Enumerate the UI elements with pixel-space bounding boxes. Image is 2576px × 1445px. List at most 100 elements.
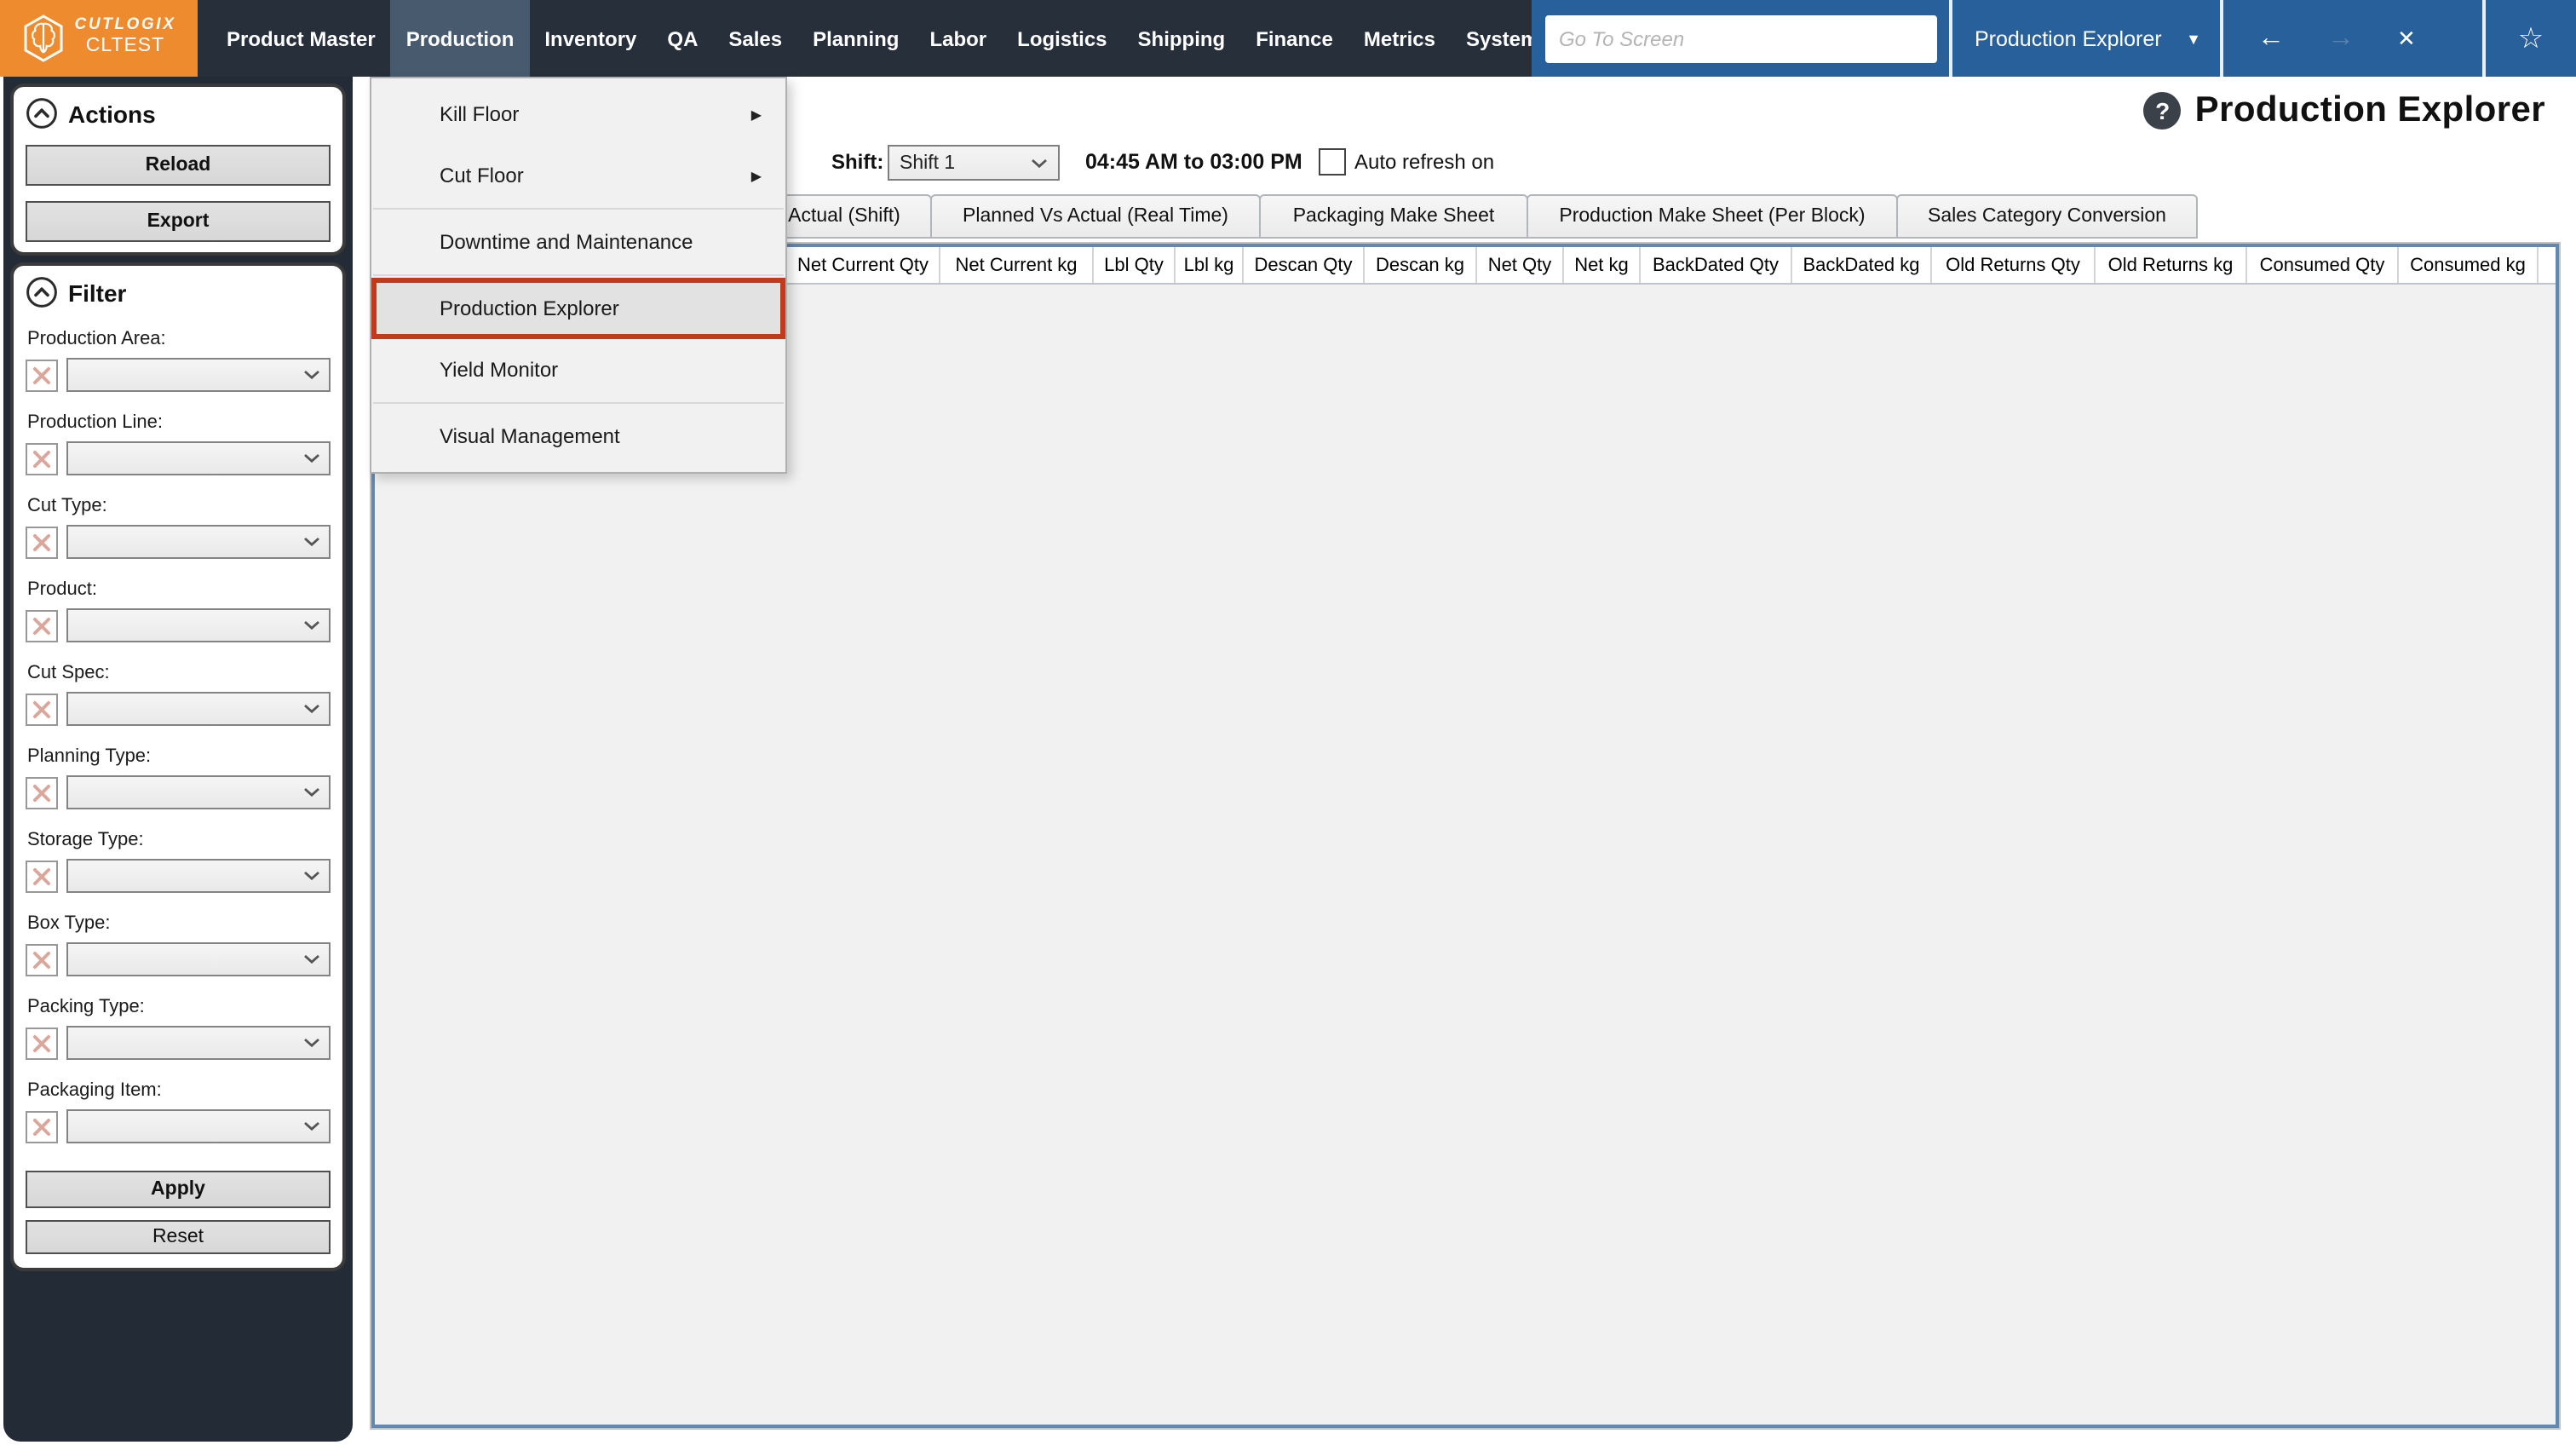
filter-row-box-type	[26, 942, 331, 976]
storage-type-select[interactable]	[66, 859, 331, 893]
filter-title: Filter	[68, 279, 127, 306]
chevron-down-icon	[303, 370, 320, 380]
column-header-consumed-qty[interactable]: Consumed Qty	[2247, 247, 2399, 283]
nav-item-finance[interactable]: Finance	[1240, 0, 1348, 77]
filter-panel-header[interactable]: Filter	[26, 276, 331, 308]
column-header-descan-kg[interactable]: Descan kg	[1365, 247, 1477, 283]
back-arrow-icon[interactable]: ←	[2257, 24, 2285, 52]
packing-type-select[interactable]	[66, 1026, 331, 1060]
column-header-net-qty[interactable]: Net Qty	[1477, 247, 1564, 283]
clear-storage-type-button[interactable]	[26, 860, 58, 892]
nav-item-logistics[interactable]: Logistics	[1002, 0, 1122, 77]
collapse-chevron-icon	[26, 276, 58, 308]
apply-button[interactable]: Apply	[26, 1171, 331, 1208]
planning-type-select[interactable]	[66, 775, 331, 809]
column-header-old-returns-kg[interactable]: Old Returns kg	[2096, 247, 2247, 283]
clear-x-icon	[32, 366, 51, 384]
clear-x-icon	[32, 699, 51, 718]
brand-name: CUTLOGIX	[74, 15, 176, 35]
reload-button[interactable]: Reload	[26, 145, 331, 186]
clear-cut-type-button[interactable]	[26, 526, 58, 558]
help-icon[interactable]: ?	[2143, 92, 2182, 130]
page-title: ? Production Explorer	[2143, 90, 2545, 131]
packaging-item-select[interactable]	[66, 1109, 331, 1143]
nav-item-sales[interactable]: Sales	[713, 0, 797, 77]
box-type-select[interactable]	[66, 942, 331, 976]
filter-row-cut-spec	[26, 692, 331, 726]
production-line-select[interactable]	[66, 441, 331, 475]
column-header-backdated-kg[interactable]: BackDated kg	[1792, 247, 1932, 283]
chevron-down-icon	[303, 1121, 320, 1131]
menu-item-label: Yield Monitor	[440, 358, 559, 382]
column-header-consumed-kg[interactable]: Consumed kg	[2399, 247, 2539, 283]
column-header-net-current-qty[interactable]: Net Current Qty	[787, 247, 940, 283]
filter-label-product: Product:	[27, 579, 97, 600]
menu-item-kill-floor[interactable]: Kill Floor ▶	[371, 83, 785, 145]
actions-panel-header[interactable]: Actions	[26, 97, 331, 130]
clear-packing-type-button[interactable]	[26, 1027, 58, 1059]
column-header-backdated-qty[interactable]: BackDated Qty	[1641, 247, 1792, 283]
app-window: CUTLOGIX CLTEST Product Master Production…	[0, 0, 2576, 1445]
column-header-descan-qty[interactable]: Descan Qty	[1244, 247, 1365, 283]
nav-item-metrics[interactable]: Metrics	[1348, 0, 1451, 77]
clear-production-line-button[interactable]	[26, 442, 58, 475]
chevron-down-icon	[1031, 158, 1048, 168]
shift-time-range: 04:45 AM to 03:00 PM	[1085, 150, 1302, 174]
menu-item-downtime-and-maintenance[interactable]: Downtime and Maintenance	[371, 211, 785, 273]
column-header-old-returns-qty[interactable]: Old Returns Qty	[1932, 247, 2096, 283]
nav-item-inventory[interactable]: Inventory	[529, 0, 652, 77]
cut-spec-select[interactable]	[66, 692, 331, 726]
tab-packaging-make-sheet[interactable]: Packaging Make Sheet	[1259, 194, 1528, 239]
column-header-lbl-kg[interactable]: Lbl kg	[1176, 247, 1244, 283]
filter-label-packaging-item: Packaging Item:	[27, 1080, 162, 1101]
column-header-net-kg[interactable]: Net kg	[1564, 247, 1641, 283]
filter-row-planning-type	[26, 775, 331, 809]
menu-separator	[373, 208, 784, 210]
tab-sales-category-conversion[interactable]: Sales Category Conversion	[1896, 194, 2198, 239]
menu-item-yield-monitor[interactable]: Yield Monitor	[371, 339, 785, 400]
filter-label-cut-type: Cut Type:	[27, 496, 107, 516]
clear-cut-spec-button[interactable]	[26, 693, 58, 725]
close-icon[interactable]: ✕	[2397, 25, 2416, 52]
menu-item-production-explorer[interactable]: Production Explorer	[371, 278, 785, 339]
auto-refresh-checkbox[interactable]	[1319, 148, 1346, 176]
tab-production-make-sheet-per-block[interactable]: Production Make Sheet (Per Block)	[1527, 194, 1898, 239]
nav-item-planning[interactable]: Planning	[797, 0, 914, 77]
cut-type-select[interactable]	[66, 525, 331, 559]
page-title-text: Production Explorer	[2194, 90, 2545, 130]
menu-item-visual-management[interactable]: Visual Management	[371, 406, 785, 467]
clear-packaging-item-button[interactable]	[26, 1110, 58, 1143]
clear-x-icon	[32, 866, 51, 885]
clear-x-icon	[32, 449, 51, 468]
menu-item-label: Cut Floor	[440, 164, 524, 187]
nav-item-qa[interactable]: QA	[652, 0, 713, 77]
shift-select[interactable]: Shift 1	[888, 145, 1060, 181]
filter-label-planning-type: Planning Type:	[27, 746, 152, 767]
filter-row-cut-type	[26, 525, 331, 559]
column-header-lbl-qty[interactable]: Lbl Qty	[1094, 247, 1176, 283]
forward-arrow-icon[interactable]: →	[2327, 24, 2355, 52]
top-navigation-bar: CUTLOGIX CLTEST Product Master Production…	[0, 0, 2576, 77]
chevron-down-icon	[303, 871, 320, 881]
go-to-screen-input[interactable]	[1545, 14, 1937, 62]
clear-product-button[interactable]	[26, 609, 58, 642]
production-area-select[interactable]	[66, 358, 331, 392]
clear-production-area-button[interactable]	[26, 359, 58, 391]
actions-title: Actions	[68, 100, 156, 127]
column-header-net-current-kg[interactable]: Net Current kg	[940, 247, 1094, 283]
favorite-star-icon[interactable]: ☆	[2486, 0, 2576, 77]
export-button[interactable]: Export	[26, 201, 331, 242]
menu-item-cut-floor[interactable]: Cut Floor ▶	[371, 145, 785, 206]
nav-item-shipping[interactable]: Shipping	[1123, 0, 1241, 77]
logo-text: CUTLOGIX CLTEST	[74, 15, 176, 59]
nav-item-labor[interactable]: Labor	[914, 0, 1002, 77]
tab-planned-vs-actual-real-time[interactable]: Planned Vs Actual (Real Time)	[930, 194, 1261, 239]
nav-item-product-master[interactable]: Product Master	[211, 0, 391, 77]
clear-planning-type-button[interactable]	[26, 776, 58, 809]
clear-box-type-button[interactable]	[26, 943, 58, 976]
column-header-p[interactable]: P	[2539, 247, 2556, 283]
reset-button[interactable]: Reset	[26, 1220, 331, 1254]
nav-item-production[interactable]: Production	[390, 0, 530, 77]
product-select[interactable]	[66, 608, 331, 642]
screen-selector-dropdown[interactable]: Production Explorer ▼	[1952, 26, 2208, 50]
